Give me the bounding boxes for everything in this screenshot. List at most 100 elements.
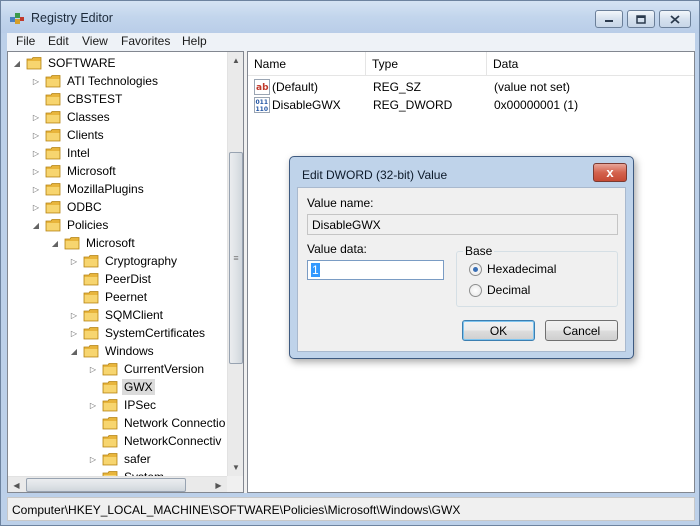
expand-arrow-icon[interactable]: ▷: [88, 400, 98, 410]
radio-decimal[interactable]: Decimal: [469, 283, 530, 297]
column-header-data[interactable]: Data: [487, 52, 694, 76]
menu-file[interactable]: File: [13, 34, 38, 48]
menu-bar: File Edit View Favorites Help: [7, 33, 695, 51]
scroll-right-arrow-icon[interactable]: ▶: [210, 477, 227, 492]
folder-icon: [45, 75, 61, 88]
folder-icon: [102, 435, 118, 448]
tree-vertical-scrollbar[interactable]: ▲ ≡ ▼: [227, 52, 243, 476]
expand-arrow-icon[interactable]: ▷: [31, 148, 41, 158]
folder-open-icon: [83, 345, 99, 358]
expand-arrow-icon[interactable]: ▷: [31, 130, 41, 140]
folder-icon: [45, 201, 61, 214]
tree-node[interactable]: ▷ IPSec: [88, 396, 158, 414]
folder-icon: [102, 381, 118, 394]
status-path: Computer\HKEY_LOCAL_MACHINE\SOFTWARE\Pol…: [12, 503, 461, 517]
tree-node[interactable]: ▷ Cryptography: [69, 252, 179, 270]
ok-button[interactable]: OK: [462, 320, 535, 341]
value-type: REG_DWORD: [373, 98, 453, 112]
scroll-thumb[interactable]: ≡: [229, 152, 243, 364]
expand-arrow-icon[interactable]: ▷: [69, 256, 79, 266]
status-bar: Computer\HKEY_LOCAL_MACHINE\SOFTWARE\Pol…: [7, 497, 695, 521]
svg-text:110: 110: [256, 106, 269, 113]
tree-node[interactable]: ◢ Windows: [69, 342, 156, 360]
tree-node-label: Policies: [67, 218, 109, 232]
maximize-icon: [636, 14, 646, 24]
tree-node[interactable]: ▷ SQMClient: [69, 306, 165, 324]
base-groupbox: Base Hexadecimal Decimal: [456, 244, 618, 307]
tree-horizontal-scrollbar[interactable]: ◀ ▶: [8, 476, 227, 492]
dialog-close-button[interactable]: x: [593, 163, 627, 182]
cancel-button[interactable]: Cancel: [545, 320, 618, 341]
tree-node[interactable]: ▷ Intel: [31, 144, 92, 162]
maximize-button[interactable]: [627, 10, 655, 28]
scrollbar-corner: [227, 476, 243, 492]
tree-node[interactable]: ▷ Classes: [31, 108, 112, 126]
edit-dword-dialog: Edit DWORD (32-bit) Value x Value name: …: [289, 156, 634, 359]
folder-icon: [83, 273, 99, 286]
tree-node[interactable]: GWX: [88, 378, 155, 396]
tree-node-label: IPSec: [124, 398, 157, 412]
collapse-arrow-icon[interactable]: ◢: [12, 58, 22, 68]
tree-node[interactable]: ▷ ATI Technologies: [31, 72, 160, 90]
list-row[interactable]: 011 110 DisableGWX REG_DWORD 0x00000001 …: [248, 96, 694, 114]
column-header-name[interactable]: Name: [248, 52, 366, 76]
tree-node[interactable]: NetworkConnectiv: [88, 432, 223, 450]
radio-hexadecimal[interactable]: Hexadecimal: [469, 262, 556, 276]
menu-view[interactable]: View: [79, 34, 111, 48]
tree-node[interactable]: ▷ MozillaPlugins: [31, 180, 146, 198]
value-name-field: DisableGWX: [307, 214, 618, 235]
tree-node[interactable]: ▷ safer: [88, 450, 153, 468]
scroll-left-arrow-icon[interactable]: ◀: [8, 477, 25, 492]
expand-arrow-icon[interactable]: ▷: [69, 310, 79, 320]
expand-arrow-icon[interactable]: ▷: [88, 364, 98, 374]
column-header-type[interactable]: Type: [366, 52, 487, 76]
expand-arrow-icon[interactable]: ▷: [31, 166, 41, 176]
tree-node[interactable]: ◢ Microsoft: [50, 234, 137, 252]
tree-node[interactable]: ◢ SOFTWARE: [12, 54, 118, 72]
tree-node-label: SQMClient: [105, 308, 164, 322]
list-row[interactable]: ab (Default) REG_SZ (value not set): [248, 78, 694, 96]
expand-arrow-icon[interactable]: ▷: [31, 184, 41, 194]
scroll-down-arrow-icon[interactable]: ▼: [228, 459, 243, 476]
tree-node-label: MozillaPlugins: [67, 182, 144, 196]
tree-node[interactable]: System: [88, 468, 166, 476]
radio-button-icon[interactable]: [469, 283, 482, 297]
radio-button-checked-icon[interactable]: [469, 262, 482, 276]
minimize-button[interactable]: [595, 10, 623, 28]
scroll-up-arrow-icon[interactable]: ▲: [228, 52, 243, 69]
expand-arrow-icon[interactable]: ▷: [31, 76, 41, 86]
window-title: Registry Editor: [31, 11, 113, 25]
title-bar[interactable]: Registry Editor: [1, 1, 699, 33]
collapse-arrow-icon[interactable]: ◢: [50, 238, 60, 248]
tree-node[interactable]: ▷ Microsoft: [31, 162, 118, 180]
tree-node[interactable]: ▷ ODBC: [31, 198, 104, 216]
menu-edit[interactable]: Edit: [45, 34, 72, 48]
tree-node[interactable]: ▷ Clients: [31, 126, 106, 144]
collapse-arrow-icon[interactable]: ◢: [31, 220, 41, 230]
expand-arrow-icon[interactable]: ▷: [69, 328, 79, 338]
svg-text:011: 011: [256, 99, 269, 106]
expand-arrow-icon[interactable]: ▷: [31, 202, 41, 212]
value-data-input[interactable]: 1: [307, 260, 444, 280]
tree-node[interactable]: ◢ Policies: [31, 216, 110, 234]
scroll-thumb-horizontal[interactable]: [26, 478, 186, 492]
tree-node[interactable]: Network Connectio: [88, 414, 227, 432]
value-data: 0x00000001 (1): [494, 98, 579, 112]
close-window-button[interactable]: [659, 10, 691, 28]
menu-favorites[interactable]: Favorites: [118, 34, 173, 48]
expand-arrow-icon[interactable]: ▷: [31, 112, 41, 122]
tree-node[interactable]: PeerDist: [69, 270, 153, 288]
tree-node[interactable]: CBSTEST: [31, 90, 124, 108]
folder-icon: [83, 327, 99, 340]
expand-arrow-icon[interactable]: ▷: [88, 454, 98, 464]
tree-node[interactable]: Peernet: [69, 288, 149, 306]
tree-node-label: PeerDist: [105, 272, 152, 286]
value-name: DisableGWX: [272, 98, 341, 112]
registry-tree-pane[interactable]: ◢ SOFTWARE ▷ ATI Technologies CBSTEST ▷ Classe…: [7, 51, 244, 493]
menu-help[interactable]: Help: [179, 34, 210, 48]
collapse-arrow-icon[interactable]: ◢: [69, 346, 79, 356]
tree-node[interactable]: ▷ SystemCertificates: [69, 324, 207, 342]
tree-node[interactable]: ▷ CurrentVersion: [88, 360, 206, 378]
